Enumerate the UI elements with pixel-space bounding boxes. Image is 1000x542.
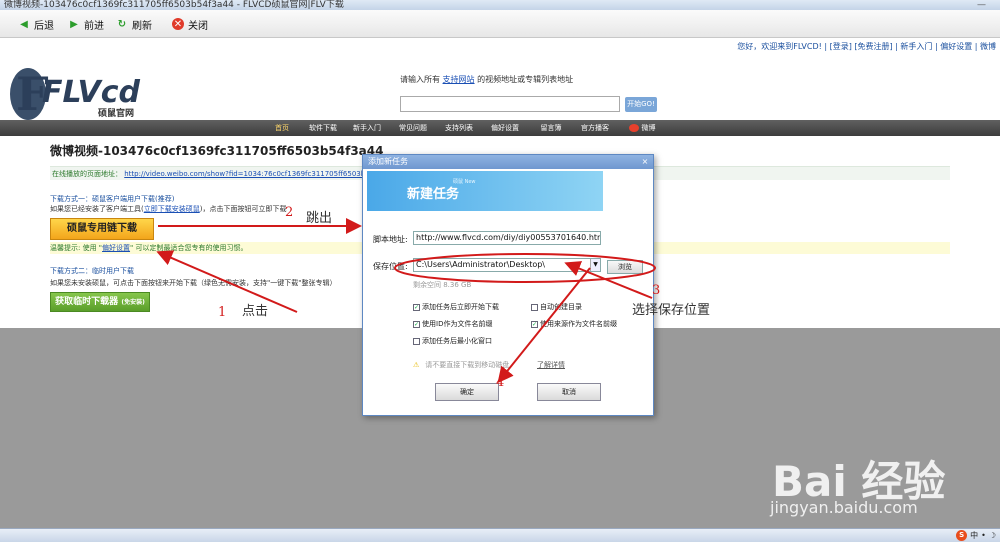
- annotation-number-2: 2: [285, 205, 294, 220]
- status-bar: S 中 • ☽: [0, 528, 1000, 542]
- annotation-number-3: 3: [652, 283, 661, 298]
- watermark-url: jingyan.baidu.com: [770, 498, 918, 517]
- ime-dot-icon[interactable]: •: [981, 531, 986, 540]
- ime-lang-indicator[interactable]: 中: [970, 530, 978, 541]
- annotation-number-4: 4: [496, 375, 505, 390]
- ime-moon-icon[interactable]: ☽: [989, 531, 996, 540]
- system-tray: S 中 • ☽: [956, 530, 996, 541]
- annotation-text-1: 点击: [242, 304, 269, 319]
- annotation-number-1: 1: [218, 305, 227, 320]
- sogou-ime-icon[interactable]: S: [956, 530, 968, 541]
- annotation-text-3: 选择保存位置: [632, 303, 711, 318]
- save-location-highlight-ellipse: [394, 253, 656, 283]
- arrow-to-download-button: [156, 250, 298, 313]
- annotation-text-2: 跳出: [306, 211, 333, 226]
- arrow-to-ok-button: [497, 267, 591, 384]
